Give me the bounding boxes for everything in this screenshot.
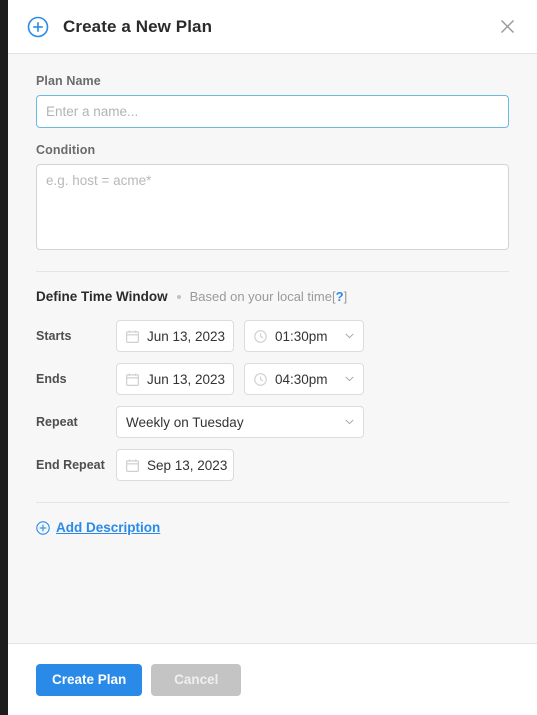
plan-name-label: Plan Name <box>36 74 101 88</box>
circle-plus-icon <box>36 520 50 535</box>
ends-time-field[interactable]: 04:30pm <box>244 363 364 395</box>
time-window-title: Define Time Window <box>36 289 168 304</box>
end-repeat-label: End Repeat <box>36 458 105 472</box>
help-close-bracket: ] <box>343 289 348 304</box>
end-repeat-date-value: Sep 13, 2023 <box>147 457 228 473</box>
help-link[interactable]: ? <box>336 289 344 304</box>
ends-label: Ends <box>36 372 67 386</box>
chevron-down-icon <box>345 419 354 425</box>
separator-dot <box>176 294 181 299</box>
calendar-icon <box>126 330 139 343</box>
create-plan-modal: Create a New Plan Plan Name Condition De… <box>8 0 537 715</box>
starts-label: Starts <box>36 329 72 343</box>
time-window-note: Based on your local time[?] <box>190 289 348 304</box>
screen: Create a New Plan Plan Name Condition De… <box>0 0 537 715</box>
modal-header: Create a New Plan <box>8 0 537 54</box>
starts-row: Starts Jun 13, 2023 01:30pm <box>36 320 509 352</box>
create-plan-button[interactable]: Create Plan <box>36 663 143 696</box>
starts-date-field[interactable]: Jun 13, 2023 <box>116 320 234 352</box>
end-repeat-row: End Repeat Sep 13, 2023 <box>36 449 509 481</box>
ends-date-value: Jun 13, 2023 <box>147 371 226 387</box>
plan-name-input[interactable] <box>36 95 509 128</box>
repeat-label: Repeat <box>36 415 78 429</box>
starts-date-value: Jun 13, 2023 <box>147 328 226 344</box>
condition-field-group: Condition <box>36 143 509 250</box>
time-window-section-header: Define Time Window Based on your local t… <box>36 289 509 304</box>
calendar-icon <box>126 459 139 472</box>
end-repeat-date-field[interactable]: Sep 13, 2023 <box>116 449 234 481</box>
add-description-link[interactable]: Add Description <box>36 520 509 535</box>
add-description-label: Add Description <box>56 520 161 535</box>
clock-icon <box>254 329 267 343</box>
close-icon <box>500 19 514 34</box>
modal-body: Plan Name Condition Define Time Window B… <box>8 54 537 643</box>
circle-plus-icon <box>27 16 49 37</box>
ends-date-field[interactable]: Jun 13, 2023 <box>116 363 234 395</box>
chevron-down-icon <box>345 333 354 339</box>
modal-footer: Create Plan Cancel <box>8 643 537 715</box>
ends-time-value: 04:30pm <box>275 371 328 387</box>
condition-label: Condition <box>36 143 96 157</box>
local-time-text: Based on your local time <box>189 289 332 304</box>
page-title: Create a New Plan <box>63 16 213 36</box>
calendar-icon <box>126 373 139 386</box>
divider-above-time-window <box>36 271 509 272</box>
ends-row: Ends Jun 13, 2023 04:30pm <box>36 363 509 395</box>
cancel-button[interactable]: Cancel <box>151 663 242 696</box>
close-button[interactable] <box>496 16 518 38</box>
starts-time-field[interactable]: 01:30pm <box>244 320 364 352</box>
clock-icon <box>254 372 267 386</box>
divider-above-add-description <box>36 502 509 503</box>
repeat-select[interactable]: Weekly on Tuesday <box>116 406 364 438</box>
condition-textarea[interactable] <box>36 164 509 250</box>
repeat-value: Weekly on Tuesday <box>126 414 244 430</box>
chevron-down-icon <box>345 376 354 382</box>
plan-name-field-group: Plan Name <box>36 74 509 128</box>
starts-time-value: 01:30pm <box>275 328 328 344</box>
repeat-row: Repeat Weekly on Tuesday <box>36 406 509 438</box>
